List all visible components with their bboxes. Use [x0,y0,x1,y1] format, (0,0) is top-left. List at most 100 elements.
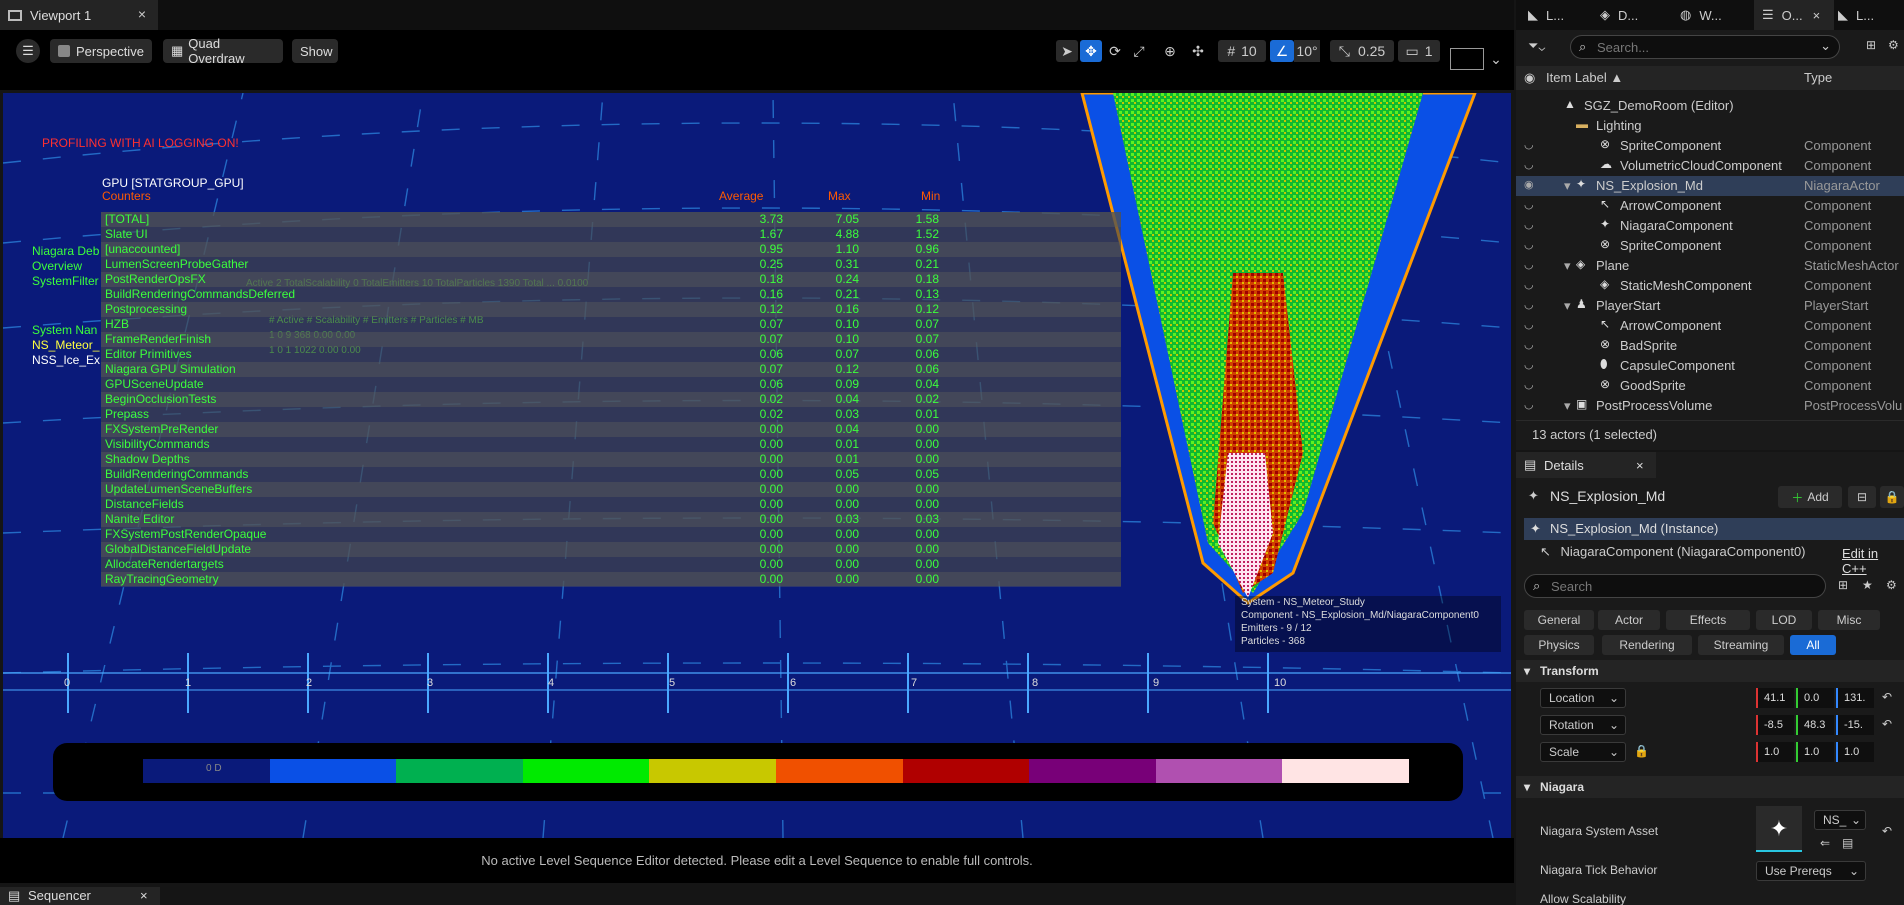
outliner-row[interactable]: ◡ ↖ ArrowComponent Component [1516,196,1904,216]
visibility-eye-icon[interactable]: ◡ [1524,238,1534,251]
rotation-y[interactable]: 48.3 [1796,715,1834,735]
chevron-down-icon[interactable]: ⌄ [1820,38,1831,54]
select-mode-icon[interactable]: ➤ [1056,40,1078,62]
outliner-row[interactable]: ◡ ⊗ BadSprite Component [1516,336,1904,356]
filter-chip-lod[interactable]: LOD [1756,610,1812,630]
col-item-label[interactable]: Item Label ▲ [1546,70,1623,85]
outliner-row[interactable]: ◡ ▾ ◈ Plane StaticMeshActor [1516,256,1904,276]
reset-icon[interactable]: ↶ [1882,824,1892,838]
lock-icon[interactable]: 🔒 [1880,486,1904,508]
details-search-input[interactable]: ⌕ Search [1524,574,1826,598]
filter-chip-effects[interactable]: Effects [1666,610,1750,630]
visibility-eye-icon[interactable]: ◡ [1524,198,1534,211]
sequencer-tab[interactable]: ▤ Sequencer × [0,887,160,905]
settings-gear-icon[interactable]: ⚙ [1886,578,1897,592]
world-space-icon[interactable]: ⊕ [1159,40,1181,62]
outliner-row[interactable]: ▬ Lighting [1516,116,1904,136]
outliner-row[interactable]: ◡ ☁ VolumetricCloudComponent Component [1516,156,1904,176]
location-dropdown[interactable]: Location ⌄ [1540,688,1626,708]
filter-chip-all[interactable]: All [1790,635,1836,655]
rotation-x[interactable]: -8.5 [1756,715,1794,735]
close-icon[interactable]: × [140,887,148,905]
visibility-eye-icon[interactable]: ◡ [1524,258,1534,271]
lock-icon[interactable]: 🔒 [1634,744,1649,758]
outliner-row[interactable]: ◡ ⊗ GoodSprite Component [1516,376,1904,396]
close-icon[interactable]: × [1636,458,1644,473]
blueprint-icon[interactable]: ⊟ [1848,486,1876,508]
scale-x[interactable]: 1.0 [1756,742,1794,762]
visibility-eye-icon[interactable]: ◡ [1524,298,1534,311]
show-button[interactable]: Show [292,39,338,63]
tab-layers[interactable]: ◣ L... [1838,0,1874,30]
visibility-eye-icon[interactable]: ◡ [1524,138,1534,151]
visibility-eye-icon[interactable]: ◡ [1524,398,1534,411]
scale-z[interactable]: 1.0 [1836,742,1874,762]
add-component-button[interactable]: ＋ Add [1778,486,1842,508]
scale-y[interactable]: 1.0 [1796,742,1834,762]
chevron-down-icon[interactable]: ⌄ [1488,48,1504,70]
expand-arrow-icon[interactable]: ▾ [1564,258,1571,274]
rotate-mode-icon[interactable]: ⟳ [1104,40,1126,62]
niagara-asset-thumbnail[interactable]: ✦ [1756,806,1802,852]
outliner-row[interactable]: ◡ ◈ StaticMeshComponent Component [1516,276,1904,296]
outliner-row[interactable]: ◡ ⬮ CapsuleComponent Component [1516,356,1904,376]
visibility-eye-icon[interactable]: ◡ [1524,218,1534,231]
outliner-search-input[interactable]: ⌕ Search... ⌄ [1570,35,1840,59]
star-icon[interactable]: ★ [1862,578,1873,592]
settings-gear-icon[interactable]: ⚙ [1888,38,1899,52]
transform-section[interactable]: ▾ Transform [1516,660,1904,682]
outliner-row[interactable]: ◡ ↖ ArrowComponent Component [1516,316,1904,336]
expand-arrow-icon[interactable]: ▾ [1564,178,1571,194]
scale-mode-icon[interactable]: ⤢ [1128,40,1150,62]
grid-snap-toggle[interactable]: # 10 [1218,40,1266,62]
filter-chip-actor[interactable]: Actor [1598,610,1660,630]
scale-snap-toggle[interactable]: ⤡ 0.25 [1330,40,1394,62]
instance-row[interactable]: ✦ NS_Explosion_Md (Instance) [1524,518,1904,540]
reset-icon[interactable]: ↶ [1882,690,1892,704]
filter-chip-physics[interactable]: Physics [1524,635,1594,655]
filter-chip-general[interactable]: General [1524,610,1594,630]
reset-icon[interactable]: ↶ [1882,717,1892,731]
browse-icon[interactable]: ⇐ [1820,836,1830,850]
outliner-row[interactable]: ◡ ✦ NiagaraComponent Component [1516,216,1904,236]
close-icon[interactable]: × [138,6,146,22]
rotation-snap-value[interactable]: 10° [1294,40,1320,62]
rotation-dropdown[interactable]: Rotation ⌄ [1540,715,1626,735]
add-folder-icon[interactable]: ⊞ [1866,38,1876,52]
outliner-row[interactable]: ◡ ▾ ▣ PostProcessVolume PostProcessVolu [1516,396,1904,416]
details-tab[interactable]: ▤ Details × [1516,452,1656,478]
tab-world-partition[interactable]: ◍ W... [1680,0,1722,30]
perspective-button[interactable]: Perspective [50,39,152,63]
tab-data-layers[interactable]: ◈ D... [1600,0,1638,30]
surface-snap-icon[interactable]: ✣ [1187,40,1209,62]
outliner-row[interactable]: ◡ ⊗ SpriteComponent Component [1516,236,1904,256]
tab-outliner[interactable]: ☰ O... × [1754,0,1834,30]
view-mode-button[interactable]: ▦ Quad Overdraw [163,36,283,66]
expand-arrow-icon[interactable]: ▾ [1564,298,1571,314]
expand-arrow-icon[interactable]: ▾ [1564,398,1571,414]
filter-chip-streaming[interactable]: Streaming [1698,635,1784,655]
outliner-row[interactable]: ◡ ▾ ♟ PlayerStart PlayerStart [1516,296,1904,316]
col-type[interactable]: Type [1804,70,1832,85]
camera-speed-button[interactable]: ▭ 1 [1398,40,1440,62]
tick-behavior-dropdown[interactable]: Use Prereqs ⌄ [1756,861,1866,881]
visibility-eye-icon[interactable]: ◡ [1524,158,1534,171]
actor-name[interactable]: NS_Explosion_Md [1550,488,1665,504]
visibility-eye-icon[interactable]: ◡ [1524,318,1534,331]
edit-in-cpp-link[interactable]: Edit in C++ [1842,546,1904,576]
layout-icon[interactable] [1450,48,1484,70]
filter-chip-rendering[interactable]: Rendering [1602,635,1692,655]
outliner-row[interactable]: ◡ ⊗ SpriteComponent Component [1516,136,1904,156]
niagara-section[interactable]: ▾ Niagara [1516,776,1904,798]
find-in-browser-icon[interactable]: ▤ [1842,836,1853,850]
component-row[interactable]: ↖ NiagaraComponent (NiagaraComponent0) [1540,544,1806,560]
tab-levels[interactable]: ◣ L... [1528,0,1564,30]
system-asset-dropdown[interactable]: NS_ ⌄ [1814,810,1866,830]
translate-mode-icon[interactable]: ✥ [1080,40,1102,62]
visibility-eye-icon[interactable]: ◡ [1524,358,1534,371]
outliner-row[interactable]: ▲ SGZ_DemoRoom (Editor) [1516,96,1904,116]
viewport-options-button[interactable]: ☰ [16,39,40,63]
outliner-row[interactable]: ◉ ▾ ✦ NS_Explosion_Md NiagaraActor [1516,176,1904,196]
viewport-tab[interactable]: Viewport 1 × [0,0,158,30]
location-z[interactable]: 131. [1836,688,1874,708]
